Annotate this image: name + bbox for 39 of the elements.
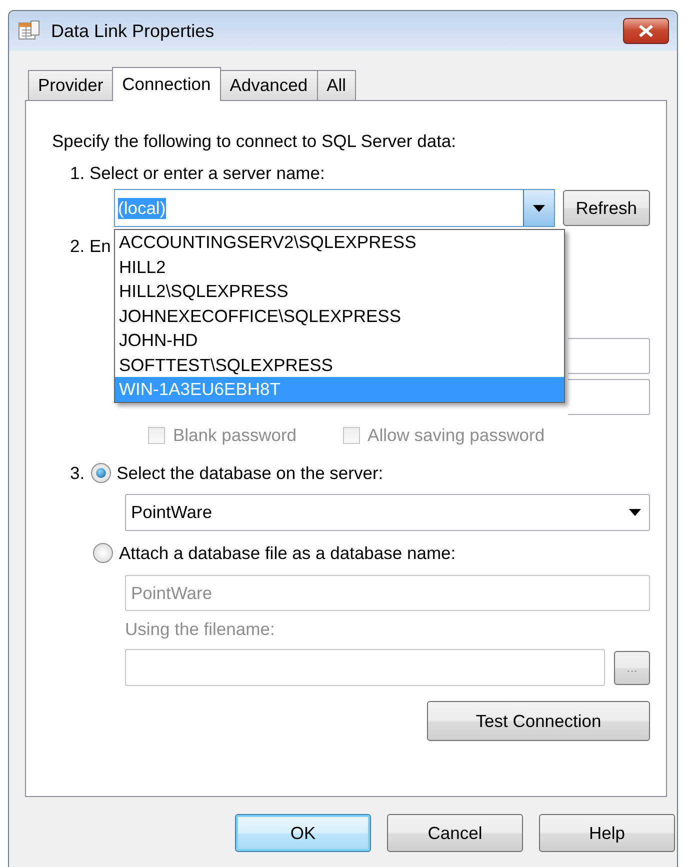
dialog-button[interactable]: Cancel xyxy=(387,814,523,852)
server-option[interactable]: HILL2\SQLEXPRESS xyxy=(115,279,564,304)
refresh-button[interactable]: Refresh xyxy=(562,190,650,226)
radio-button[interactable] xyxy=(90,463,111,483)
section-label: 2. En xyxy=(70,235,111,258)
dialog-button[interactable]: OK xyxy=(235,814,371,852)
filename-field[interactable] xyxy=(125,649,605,686)
field-value: PointWare xyxy=(131,582,212,604)
password-field[interactable] xyxy=(568,379,650,415)
radio-label: Attach a database file as a database name: xyxy=(119,542,456,565)
checkbox-label: Allow saving password xyxy=(368,424,545,446)
tab[interactable]: Advanced xyxy=(220,70,318,100)
radio-label: Select the database on the server: xyxy=(116,462,384,485)
dropdown-button[interactable] xyxy=(522,190,554,226)
server-label: 1. Select or enter a server name: xyxy=(70,162,326,185)
server-option[interactable]: HILL2 xyxy=(115,254,564,279)
caret-icon xyxy=(629,509,641,516)
server-option[interactable]: JOHNEXECOFFICE\SQLEXPRESS xyxy=(115,304,564,328)
database-value: PointWare xyxy=(131,502,212,523)
server-option[interactable]: JOHN-HD xyxy=(115,328,564,352)
database-dropdown[interactable]: PointWare xyxy=(125,494,650,531)
step-number: 3. xyxy=(70,462,85,485)
window-title: Data Link Properties xyxy=(51,20,214,42)
tab[interactable]: Connection xyxy=(112,67,221,101)
dialog-button[interactable]: Help xyxy=(539,814,675,852)
server-option[interactable]: SOFTTEST\SQLEXPRESS xyxy=(115,352,564,377)
tab[interactable]: All xyxy=(316,70,356,100)
username-field[interactable] xyxy=(568,338,650,374)
test-connection-button[interactable]: Test Connection xyxy=(427,701,650,741)
intro-text: Specify the following to connect to SQL Server data: xyxy=(52,130,458,153)
server-option[interactable]: ACCOUNTINGSERV2\SQLEXPRESS xyxy=(115,230,564,254)
checkbox-label: Blank password xyxy=(173,424,297,446)
server-value: (local) xyxy=(118,198,166,218)
radio-button[interactable] xyxy=(93,543,113,563)
filename-label: Using the filename: xyxy=(125,618,276,641)
tab[interactable]: Provider xyxy=(28,70,114,100)
close-button[interactable] xyxy=(623,18,669,44)
caret-icon xyxy=(532,204,545,212)
close-icon xyxy=(638,24,654,38)
